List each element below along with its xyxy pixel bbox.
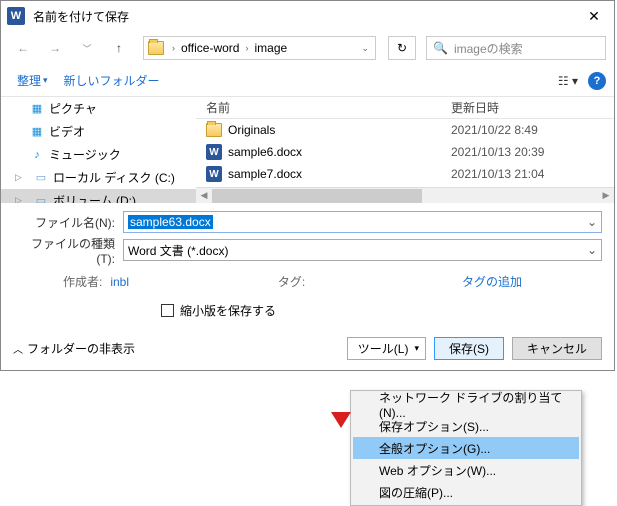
- scroll-right-icon[interactable]: ▶: [598, 190, 614, 201]
- word-app-icon: W: [7, 7, 25, 25]
- horizontal-scrollbar[interactable]: ◀ ▶: [196, 187, 614, 203]
- path-seg-1[interactable]: office-word: [177, 41, 243, 55]
- thumbnail-label[interactable]: 縮小版を保存する: [180, 302, 276, 319]
- chevron-down-icon[interactable]: ⌄: [587, 243, 597, 257]
- close-button[interactable]: ✕: [574, 1, 614, 31]
- dialog-title: 名前を付けて保存: [33, 8, 574, 25]
- tree-item-volume[interactable]: ▷▭ボリューム (D:): [1, 189, 196, 203]
- refresh-button[interactable]: ↻: [388, 36, 416, 60]
- tree-item-pictures[interactable]: ▦ピクチャ: [1, 97, 196, 120]
- nav-recent-button[interactable]: ﹀: [73, 34, 101, 62]
- music-icon: ♪: [29, 148, 45, 162]
- menu-general-options[interactable]: 全般オプション(G)...: [353, 437, 579, 459]
- nav-tree[interactable]: ▦ピクチャ ▦ビデオ ♪ミュージック ▷▭ローカル ディスク (C:) ▷▭ボリ…: [1, 97, 196, 203]
- expand-icon[interactable]: ▷: [15, 172, 25, 183]
- folder-icon: [206, 123, 222, 137]
- path-seg-2[interactable]: image: [250, 41, 291, 55]
- tools-menu: ネットワーク ドライブの割り当て(N)... 保存オプション(S)... 全般オ…: [350, 390, 582, 506]
- menu-network-drive[interactable]: ネットワーク ドライブの割り当て(N)...: [353, 393, 579, 415]
- nav-up-button[interactable]: ↑: [105, 34, 133, 62]
- video-icon: ▦: [29, 125, 45, 139]
- menu-web-options[interactable]: Web オプション(W)...: [353, 459, 579, 481]
- author-value[interactable]: inbl: [110, 275, 129, 289]
- scroll-thumb[interactable]: [212, 189, 422, 203]
- tree-item-video[interactable]: ▦ビデオ: [1, 120, 196, 143]
- folder-icon: [148, 41, 164, 55]
- hide-folders-button[interactable]: ︿ フォルダーの非表示: [13, 340, 135, 357]
- col-date[interactable]: 更新日時: [451, 99, 614, 116]
- drive-icon: ▭: [33, 194, 49, 204]
- chevron-right-icon: ›: [172, 43, 175, 53]
- col-name[interactable]: 名前: [196, 99, 451, 116]
- filename-input[interactable]: sample63.docx ⌄: [123, 211, 602, 233]
- tag-value[interactable]: タグの追加: [462, 273, 522, 290]
- tag-label: タグ:: [278, 273, 305, 290]
- tools-button[interactable]: ツール(L)▾: [347, 337, 426, 360]
- tree-item-music[interactable]: ♪ミュージック: [1, 143, 196, 166]
- author-label: 作成者:: [63, 273, 102, 290]
- chevron-down-icon[interactable]: ⌄: [587, 215, 597, 229]
- search-placeholder: imageの検索: [454, 40, 523, 57]
- tree-item-localdisk[interactable]: ▷▭ローカル ディスク (C:): [1, 166, 196, 189]
- docx-icon: W: [206, 166, 222, 182]
- nav-back-button[interactable]: ←: [9, 34, 37, 62]
- thumbnail-checkbox[interactable]: [161, 304, 174, 317]
- search-input[interactable]: 🔍 imageの検索: [426, 36, 606, 60]
- help-button[interactable]: ?: [588, 72, 606, 90]
- list-item[interactable]: Wsample6.docx 2021/10/13 20:39: [196, 141, 614, 163]
- list-item[interactable]: Wsample7.docx 2021/10/13 21:04: [196, 163, 614, 185]
- chevron-right-icon: ›: [245, 43, 248, 53]
- list-item[interactable]: Originals 2021/10/22 8:49: [196, 119, 614, 141]
- menu-compress-pictures[interactable]: 図の圧縮(P)...: [353, 481, 579, 503]
- new-folder-button[interactable]: 新しいフォルダー: [56, 72, 168, 89]
- drive-icon: ▭: [33, 171, 49, 185]
- docx-icon: W: [206, 144, 222, 160]
- scroll-left-icon[interactable]: ◀: [196, 190, 212, 201]
- search-icon: 🔍: [433, 41, 448, 55]
- pictures-icon: ▦: [29, 102, 45, 116]
- filename-label: ファイル名(N):: [13, 214, 123, 231]
- view-button[interactable]: ☷ ▾: [558, 74, 578, 88]
- expand-icon[interactable]: ▷: [15, 195, 25, 203]
- filetype-select[interactable]: Word 文書 (*.docx) ⌄: [123, 239, 602, 261]
- nav-forward-button: →: [41, 34, 69, 62]
- filetype-label: ファイルの種類(T):: [13, 235, 123, 266]
- address-bar[interactable]: › office-word › image ⌄: [143, 36, 376, 60]
- organize-button[interactable]: 整理▾: [9, 72, 56, 89]
- cancel-button[interactable]: キャンセル: [512, 337, 602, 360]
- chevron-down-icon[interactable]: ⌄: [361, 43, 369, 54]
- save-button[interactable]: 保存(S): [434, 337, 504, 360]
- annotation-pointer-icon: [331, 412, 351, 428]
- file-list[interactable]: 名前 更新日時 Originals 2021/10/22 8:49 Wsampl…: [196, 97, 614, 203]
- chevron-up-icon: ︿: [13, 341, 23, 356]
